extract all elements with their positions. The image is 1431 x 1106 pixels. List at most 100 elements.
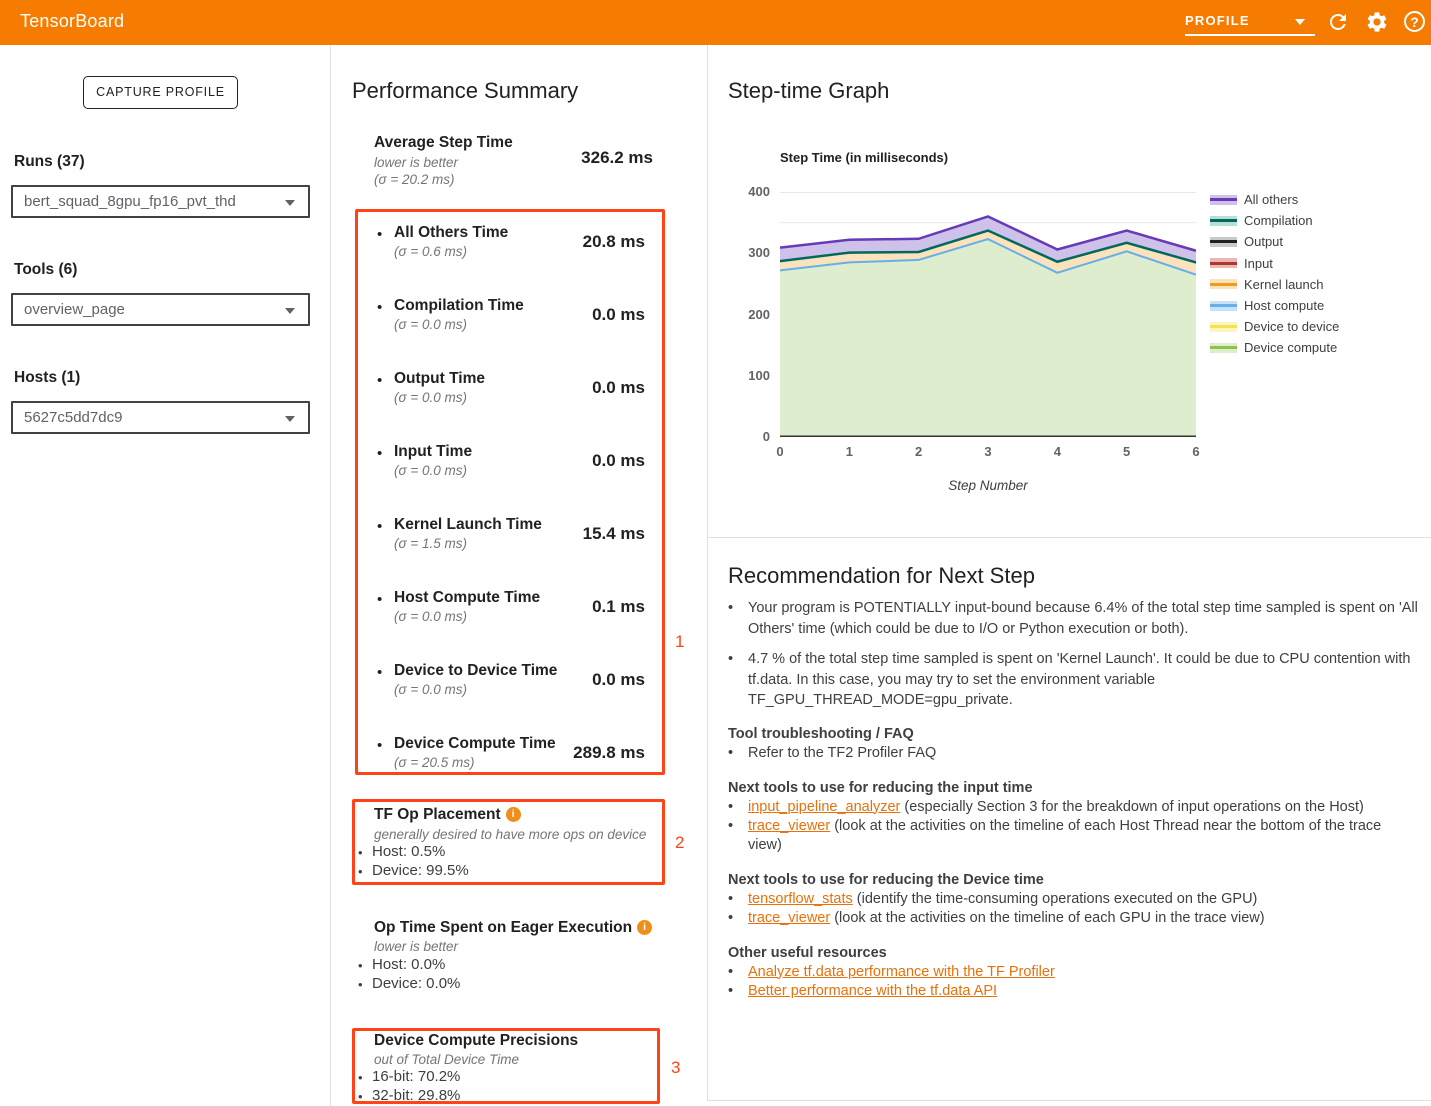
precisions-subtitle: out of Total Device Time — [374, 1052, 519, 1067]
legend-item-device-to-device: Device to device — [1210, 316, 1339, 337]
legend-line-icon — [1210, 198, 1237, 201]
x-tick-label: 3 — [976, 444, 1000, 459]
legend-line-icon — [1210, 219, 1237, 222]
eager-host-pct: Host: 0.0% — [372, 956, 445, 973]
dashboard-selector[interactable]: PROFILE — [1185, 8, 1315, 36]
breakdown-item-value: 15.4 ms — [495, 524, 645, 544]
tf-op-placement-title: TF Op Placement — [374, 806, 521, 824]
tensorboard-profile-page: TensorBoard PROFILE ? CAPTURE PROFILE Ru… — [0, 0, 1431, 1106]
rec-item-text: Analyze tf.data performance with the TF … — [748, 963, 1418, 982]
rec-item-suffix: (look at the activities on the timeline … — [748, 818, 1381, 853]
step-time-chart — [780, 192, 1196, 437]
chart-title: Step Time (in milliseconds) — [780, 150, 948, 165]
chevron-down-icon — [285, 200, 295, 206]
breakdown-item-sigma: (σ = 0.6 ms) — [394, 244, 467, 259]
chevron-down-icon — [1295, 19, 1305, 25]
card-middle-divider — [708, 537, 1431, 538]
x-tick-label: 4 — [1045, 444, 1069, 459]
bullet-dot: • — [358, 864, 363, 879]
info-icon[interactable] — [637, 920, 652, 935]
tf-op-host-pct: Host: 0.5% — [372, 843, 445, 860]
rec-section-heading: Tool troubleshooting / FAQ — [728, 725, 1418, 744]
legend-line-icon — [1210, 325, 1237, 328]
sidebar-divider — [330, 45, 331, 1106]
legend-item-host-compute: Host compute — [1210, 295, 1339, 316]
rec-section-faq: Tool troubleshooting / FAQ •Refer to the… — [728, 725, 1418, 763]
legend-line-icon — [1210, 262, 1237, 265]
tools-select[interactable]: overview_page — [11, 293, 310, 326]
capture-profile-button[interactable]: CAPTURE PROFILE — [83, 76, 238, 109]
chart-legend: All othersCompilationOutputInputKernel l… — [1210, 189, 1339, 359]
recommendation-text: Your program is POTENTIALLY input-bound … — [748, 598, 1418, 639]
legend-label: Device to device — [1244, 319, 1339, 334]
rec-item-link[interactable]: Analyze tf.data performance with the TF … — [748, 964, 1055, 980]
rec-section-heading: Next tools to use for reducing the input… — [728, 779, 1418, 798]
bullet-dot: • — [358, 1070, 363, 1085]
rec-item-link[interactable]: Better performance with the tf.data API — [748, 983, 997, 999]
legend-swatch-icon — [1210, 195, 1237, 205]
rec-section-item: •trace_viewer (look at the activities on… — [728, 817, 1418, 855]
rec-item-link[interactable]: trace_viewer — [748, 910, 830, 926]
breakdown-item-value: 0.0 ms — [495, 378, 645, 398]
rec-item-text: input_pipeline_analyzer (especially Sect… — [748, 798, 1418, 817]
legend-item-compilation: Compilation — [1210, 210, 1339, 231]
breakdown-item-sigma: (σ = 20.5 ms) — [394, 755, 475, 770]
annotation-number-3: 3 — [671, 1058, 680, 1078]
breakdown-item-sigma: (σ = 0.0 ms) — [394, 682, 467, 697]
eager-device-pct: Device: 0.0% — [372, 975, 460, 992]
bullet-dot: • — [728, 598, 748, 639]
annotation-number-1: 1 — [675, 632, 684, 652]
hosts-select[interactable]: 5627c5dd7dc9 — [11, 401, 310, 434]
y-tick-label: 200 — [724, 307, 770, 322]
breakdown-item-sigma: (σ = 0.0 ms) — [394, 317, 467, 332]
runs-select[interactable]: bert_squad_8gpu_fp16_pvt_thd — [11, 185, 310, 218]
bullet-dot: • — [728, 909, 748, 928]
settings-button[interactable] — [1365, 10, 1389, 34]
dashboard-selector-value: PROFILE — [1185, 13, 1250, 28]
breakdown-item-value: 0.1 ms — [495, 597, 645, 617]
bullet-dot: • — [358, 958, 363, 973]
tf-op-device-pct: Device: 99.5% — [372, 862, 469, 879]
legend-label: Output — [1244, 234, 1283, 249]
help-button[interactable]: ? — [1403, 10, 1427, 34]
bullet-dot: • — [358, 977, 363, 992]
legend-swatch-icon — [1210, 216, 1237, 226]
bullet-dot: • — [358, 845, 363, 860]
bullet-dot: • — [728, 744, 748, 763]
rec-section-item: •trace_viewer (look at the activities on… — [728, 909, 1418, 928]
eager-label: Op Time Spent on Eager Execution — [374, 919, 632, 936]
breakdown-item-sigma: (σ = 0.0 ms) — [394, 390, 467, 405]
card-bottom-divider — [708, 1100, 1431, 1101]
breakdown-item-sigma: (σ = 1.5 ms) — [394, 536, 467, 551]
info-icon[interactable] — [506, 807, 521, 822]
recommendation-title: Recommendation for Next Step — [728, 563, 1035, 589]
bullet-dot: • — [728, 798, 748, 817]
rec-item-link[interactable]: trace_viewer — [748, 818, 830, 834]
rec-item-text: trace_viewer (look at the activities on … — [748, 817, 1418, 855]
x-tick-label: 0 — [768, 444, 792, 459]
bullet-dot: • — [728, 817, 748, 855]
bullet-dot: • — [377, 518, 382, 535]
rec-section-item: •Analyze tf.data performance with the TF… — [728, 963, 1418, 982]
rec-item-link[interactable]: tensorflow_stats — [748, 891, 853, 907]
x-axis-ticks: 0123456 — [780, 444, 1196, 464]
refresh-button[interactable] — [1326, 10, 1350, 34]
legend-swatch-icon — [1210, 322, 1237, 332]
recommendation-body: •Your program is POTENTIALLY input-bound… — [728, 598, 1418, 1001]
chevron-down-icon — [285, 416, 295, 422]
avg-step-time-sigma: (σ = 20.2 ms) — [374, 172, 455, 187]
y-tick-label: 400 — [724, 184, 770, 199]
legend-item-input: Input — [1210, 253, 1339, 274]
rec-item-link[interactable]: input_pipeline_analyzer — [748, 799, 900, 815]
area-device-compute — [780, 239, 1196, 437]
breakdown-item-value: 0.0 ms — [495, 670, 645, 690]
rec-item-suffix: (identify the time-consuming operations … — [853, 891, 1258, 907]
bullet-dot: • — [728, 890, 748, 909]
x-tick-label: 6 — [1184, 444, 1208, 459]
hosts-select-value: 5627c5dd7dc9 — [24, 403, 122, 433]
legend-swatch-icon — [1210, 301, 1237, 311]
bullet-dot: • — [377, 445, 382, 462]
recommendation-bullet: •Your program is POTENTIALLY input-bound… — [728, 598, 1418, 639]
x-tick-label: 2 — [907, 444, 931, 459]
tf-op-placement-label: TF Op Placement — [374, 806, 501, 823]
